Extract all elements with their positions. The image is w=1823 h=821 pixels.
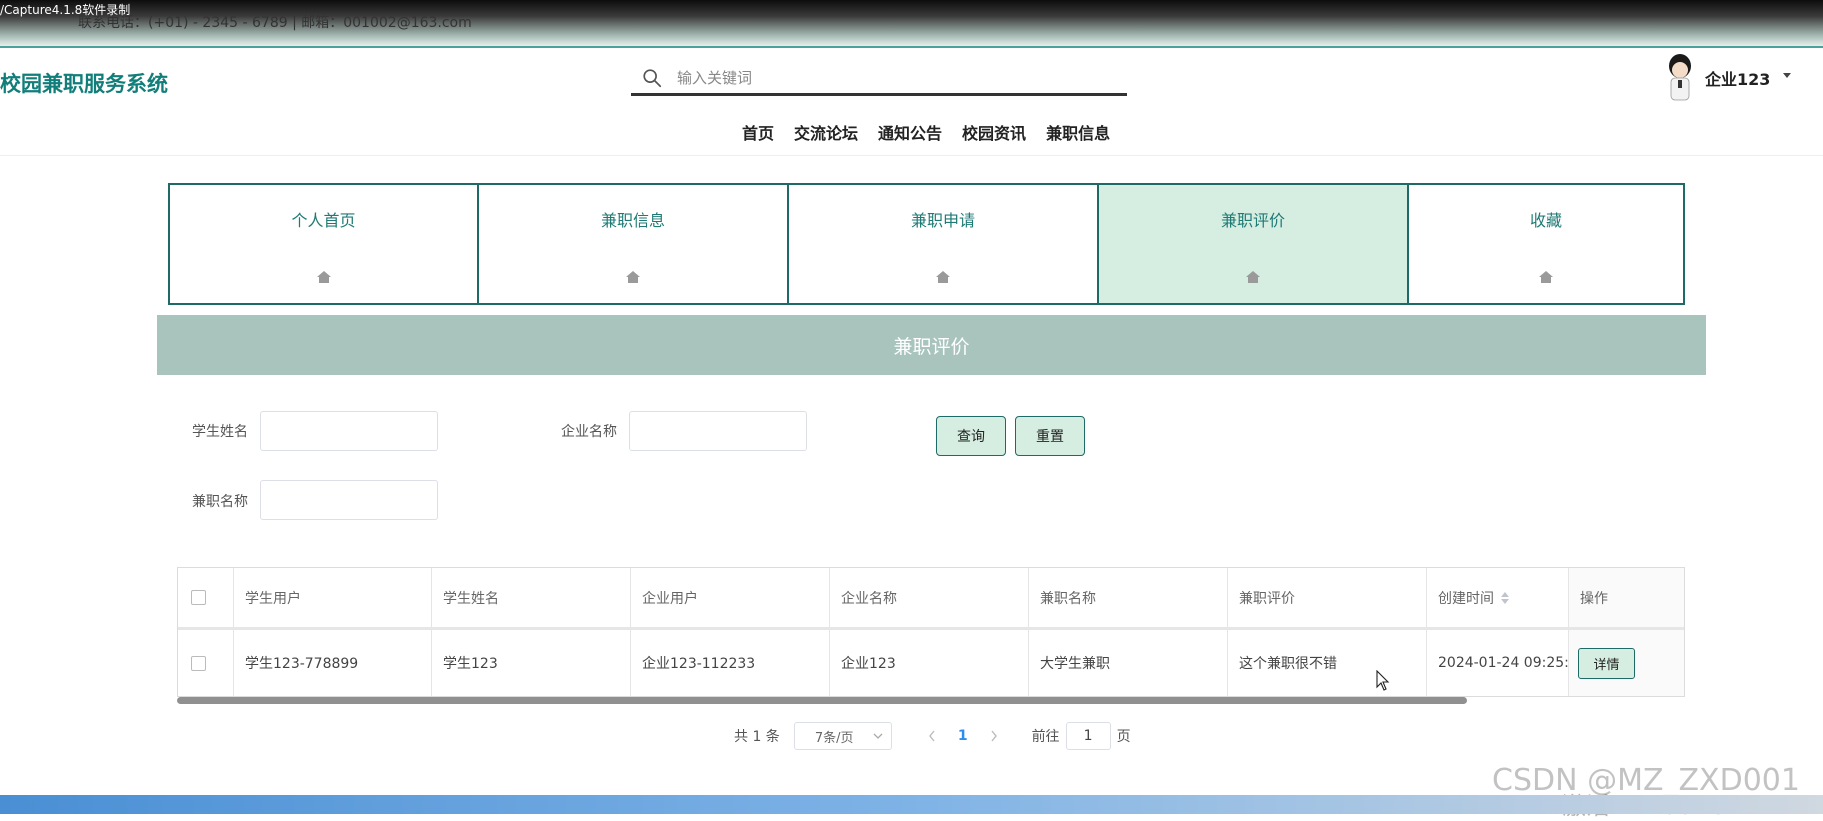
table-row: 学生123-778899 学生123 企业123-112233 企业123 大学… xyxy=(178,630,1684,696)
main-nav: 首页 交流论坛 通知公告 校园资讯 兼职信息 xyxy=(742,120,1130,144)
company-name-cell: 企业123 xyxy=(830,630,1029,696)
tile-favorites[interactable]: 收藏 xyxy=(1407,183,1685,305)
nav-item-forum[interactable]: 交流论坛 xyxy=(794,120,858,144)
job-name-cell: 大学生兼职 xyxy=(1029,630,1228,696)
chevron-down-icon xyxy=(873,733,883,739)
section-title: 兼职评价 xyxy=(893,335,970,358)
caret-down-icon[interactable] xyxy=(1781,72,1793,80)
nav-item-notices[interactable]: 通知公告 xyxy=(878,120,942,144)
home-icon xyxy=(1539,271,1553,283)
goto-label: 前往 xyxy=(1031,729,1060,745)
nav-divider xyxy=(0,155,1823,156)
home-icon xyxy=(1246,271,1260,283)
nav-item-news[interactable]: 校园资讯 xyxy=(962,120,1026,144)
home-icon xyxy=(936,271,950,283)
section-banner: 兼职评价 xyxy=(157,315,1706,375)
created-time-header[interactable]: 创建时间 xyxy=(1427,568,1569,627)
mouse-cursor-icon xyxy=(1376,670,1390,691)
home-icon xyxy=(626,271,640,283)
column-header: 学生用户 xyxy=(234,568,432,627)
tile-label: 兼职信息 xyxy=(600,211,665,230)
review-cell: 这个兼职很不错 xyxy=(1228,630,1427,696)
column-header: 企业用户 xyxy=(631,568,830,627)
column-header: 企业名称 xyxy=(830,568,1029,627)
query-button[interactable]: 查询 xyxy=(936,416,1006,456)
prev-page-icon[interactable] xyxy=(928,730,936,742)
page-number-current[interactable]: 1 xyxy=(958,728,968,744)
detail-button[interactable]: 详情 xyxy=(1578,647,1635,679)
site-brand[interactable]: 校园兼职服务系统 xyxy=(0,68,168,98)
column-header: 兼职评价 xyxy=(1228,568,1427,627)
browser-top-bar: /Capture4.1.8软件录制 联系电话：(+01) - 2345 - 67… xyxy=(0,0,1823,48)
student-name-input[interactable] xyxy=(260,411,438,451)
action-cell: 详情 xyxy=(1569,630,1684,696)
tile-job-application[interactable]: 兼职申请 xyxy=(787,183,1099,305)
nav-item-home[interactable]: 首页 xyxy=(742,120,774,144)
column-header: 操作 xyxy=(1569,568,1684,627)
created-time-cell: 2024-01-24 09:25:00 xyxy=(1427,630,1569,696)
student-user-cell: 学生123-778899 xyxy=(234,630,432,696)
student-name-label: 学生姓名 xyxy=(192,424,248,440)
company-name-input[interactable] xyxy=(629,411,807,451)
select-all-checkbox[interactable] xyxy=(191,590,206,605)
taskbar-strip xyxy=(0,795,1823,814)
username[interactable]: 企业123 xyxy=(1705,66,1770,90)
search-icon[interactable] xyxy=(641,67,663,89)
job-name-label: 兼职名称 xyxy=(192,494,248,510)
row-checkbox[interactable] xyxy=(191,655,206,671)
company-name-label: 企业名称 xyxy=(561,424,617,440)
review-table: 学生用户 学生姓名 企业用户 企业名称 兼职名称 兼职评价 创建时间 操作 学生… xyxy=(177,567,1685,697)
tile-label: 个人首页 xyxy=(291,211,356,230)
contact-info: 联系电话：(+01) - 2345 - 6789 | 邮箱：001002@163… xyxy=(78,15,472,31)
row-select-cell xyxy=(178,630,234,696)
tile-personal-home[interactable]: 个人首页 xyxy=(168,183,479,305)
student-name-cell: 学生123 xyxy=(432,630,631,696)
column-header: 学生姓名 xyxy=(432,568,631,627)
table-header-row: 学生用户 学生姓名 企业用户 企业名称 兼职名称 兼职评价 创建时间 操作 xyxy=(178,568,1684,630)
sort-icon[interactable] xyxy=(1500,591,1510,605)
select-all-cell xyxy=(178,568,234,627)
total-count: 共 1 条 xyxy=(734,729,780,745)
next-page-icon[interactable] xyxy=(990,730,998,742)
home-icon xyxy=(316,271,331,283)
reset-button[interactable]: 重置 xyxy=(1015,416,1085,456)
column-header: 兼职名称 xyxy=(1029,568,1228,627)
pagination: 共 1 条 7条/页 1 前往 1 页 xyxy=(734,722,1131,750)
job-name-input[interactable] xyxy=(260,480,438,520)
goto-page-input[interactable]: 1 xyxy=(1065,722,1111,750)
nav-item-jobs[interactable]: 兼职信息 xyxy=(1046,120,1110,144)
page-suffix: 页 xyxy=(1116,729,1131,745)
avatar[interactable] xyxy=(1665,52,1695,102)
page-size-select[interactable]: 7条/页 xyxy=(793,722,892,750)
tile-job-review[interactable]: 兼职评价 xyxy=(1097,183,1409,305)
tile-label: 兼职申请 xyxy=(910,211,975,230)
search-box xyxy=(631,62,1127,96)
tile-label: 兼职评价 xyxy=(1220,211,1285,230)
tile-label: 收藏 xyxy=(1529,211,1562,230)
tile-job-info[interactable]: 兼职信息 xyxy=(477,183,789,305)
column-header-label: 创建时间 xyxy=(1438,590,1494,607)
user-center-tiles: 个人首页 兼职信息 兼职申请 兼职评价 收藏 xyxy=(168,183,1685,305)
page-size-value: 7条/页 xyxy=(814,730,854,746)
table-horizontal-scrollbar[interactable] xyxy=(177,697,1467,704)
company-user-cell: 企业123-112233 xyxy=(631,630,830,696)
search-input[interactable] xyxy=(677,65,1107,91)
